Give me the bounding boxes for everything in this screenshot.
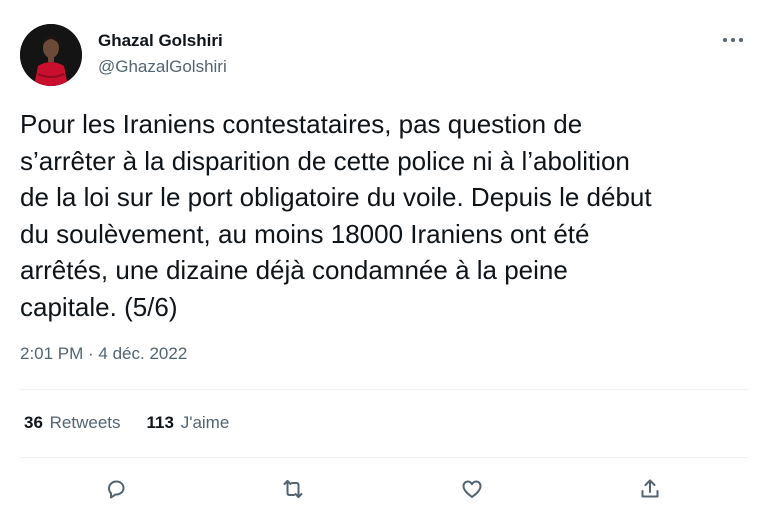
retweets-count: 36 — [24, 413, 43, 432]
tweet-card: Ghazal Golshiri @GhazalGolshiri Pour les… — [0, 0, 768, 517]
avatar[interactable] — [20, 24, 82, 86]
like-button[interactable] — [455, 472, 489, 506]
author-info: Ghazal Golshiri @GhazalGolshiri — [98, 30, 227, 78]
retweet-icon — [283, 480, 303, 498]
retweet-button[interactable] — [276, 472, 310, 506]
share-icon — [641, 479, 659, 498]
reply-button[interactable] — [99, 472, 133, 506]
likes-label: J'aime — [180, 413, 230, 432]
avatar-image — [20, 24, 82, 86]
share-button[interactable] — [633, 472, 667, 506]
retweets-label: Retweets — [49, 413, 121, 432]
more-horizontal-icon — [723, 38, 743, 42]
more-options-button[interactable] — [716, 26, 750, 54]
author-handle[interactable]: @GhazalGolshiri — [98, 56, 227, 78]
divider-bottom — [20, 457, 748, 458]
likes-stat[interactable]: 113 J'aime — [147, 412, 230, 434]
tweet-text: Pour les Iraniens contestataires, pas qu… — [20, 109, 652, 322]
tweet-stats: 36 Retweets 113 J'aime — [24, 412, 229, 434]
divider-top — [20, 389, 748, 390]
author-name[interactable]: Ghazal Golshiri — [98, 30, 227, 52]
reply-icon — [108, 480, 125, 499]
retweets-stat[interactable]: 36 Retweets — [24, 412, 121, 434]
tweet-timestamp[interactable]: 2:01 PM · 4 déc. 2022 — [20, 343, 187, 365]
likes-count: 113 — [146, 413, 174, 432]
heart-icon — [462, 480, 482, 498]
